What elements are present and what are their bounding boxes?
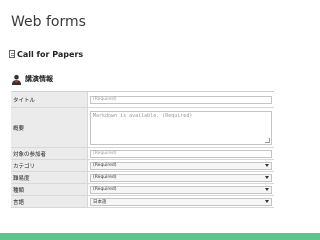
form-row-audience: 対象の参加者 (Required) — [11, 148, 274, 160]
accent-bar — [0, 233, 320, 240]
slide-title: Web forms — [11, 14, 86, 30]
select-value: (Required) — [93, 175, 117, 180]
field-label: カテゴリ — [11, 160, 88, 171]
form-row-title: タイトル (Required) — [11, 92, 274, 108]
form-row-difficulty: 難易度 (Required) — [11, 172, 274, 184]
difficulty-select[interactable]: (Required) — [90, 173, 272, 182]
form-row-language: 言語 日本語 — [11, 196, 274, 208]
abstract-placeholder: Markdown is available. (Required) — [93, 112, 193, 119]
section-header: Call for Papers — [9, 47, 83, 61]
language-select[interactable]: 日本語 — [90, 197, 272, 206]
document-icon — [9, 50, 15, 58]
select-value: (Required) — [93, 187, 117, 192]
form-row-category: カテゴリ (Required) — [11, 160, 274, 172]
abstract-textarea[interactable]: Markdown is available. (Required) — [90, 110, 272, 145]
speaker-icon — [11, 74, 22, 85]
audience-input[interactable]: (Required) — [90, 149, 272, 158]
field-label: 種類 — [11, 184, 88, 195]
dropdown-arrow-icon — [265, 200, 269, 203]
subsection-header: 講演情報 — [11, 73, 53, 85]
type-select[interactable]: (Required) — [90, 185, 272, 194]
form-row-abstract: 概要 Markdown is available. (Required) — [11, 108, 274, 148]
form-row-type: 種類 (Required) — [11, 184, 274, 196]
subsection-title: 講演情報 — [25, 75, 53, 83]
title-input[interactable]: (Required) — [90, 95, 272, 104]
section-title: Call for Papers — [17, 49, 84, 59]
field-label: タイトル — [11, 92, 88, 107]
dropdown-arrow-icon — [265, 176, 269, 179]
field-label: 概要 — [11, 108, 88, 147]
field-label: 対象の参加者 — [11, 148, 88, 159]
dropdown-arrow-icon — [265, 164, 269, 167]
resize-handle-icon[interactable] — [265, 137, 270, 143]
select-value: (Required) — [93, 163, 117, 168]
field-label: 言語 — [11, 196, 88, 207]
cfp-form: タイトル (Required) 概要 Markdown is available… — [11, 91, 274, 208]
select-value: 日本語 — [93, 199, 107, 205]
category-select[interactable]: (Required) — [90, 161, 272, 170]
dropdown-arrow-icon — [265, 188, 269, 191]
field-label: 難易度 — [11, 172, 88, 183]
